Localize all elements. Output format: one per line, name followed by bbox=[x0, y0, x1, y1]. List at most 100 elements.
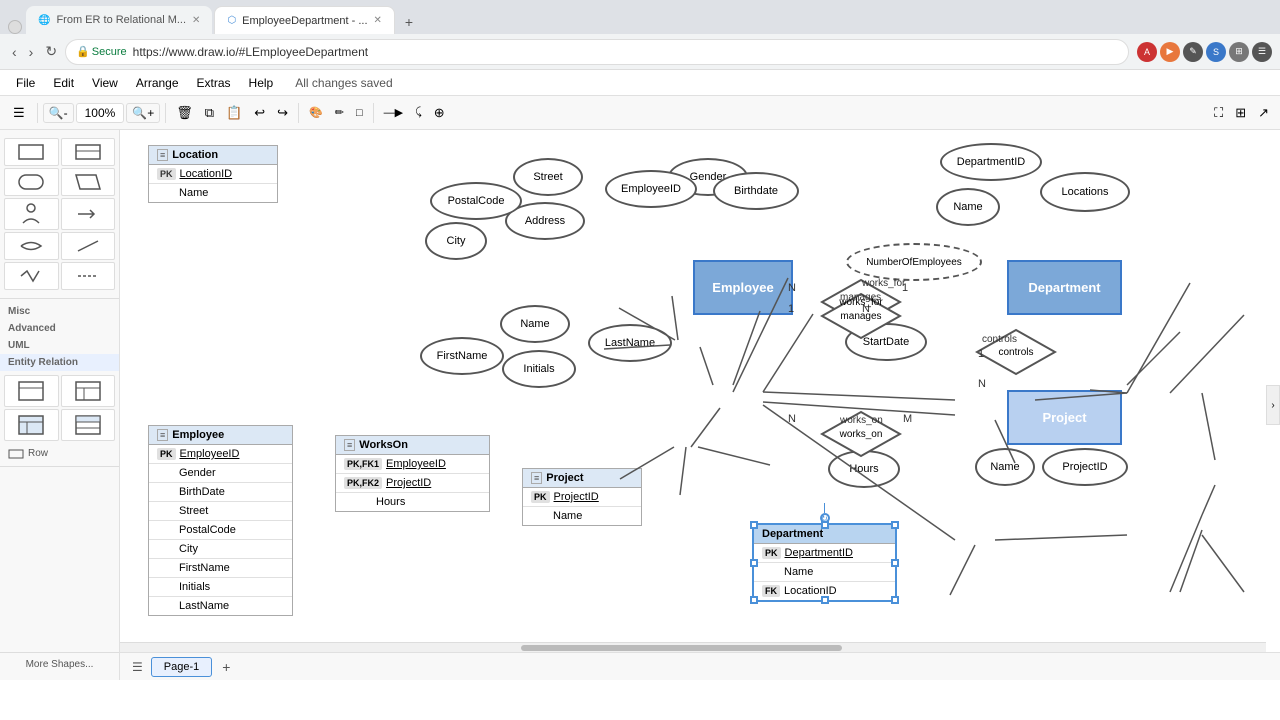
menu-arrange[interactable]: Arrange bbox=[128, 73, 187, 93]
ext-btn-5[interactable]: ⊞ bbox=[1229, 42, 1249, 62]
project-table[interactable]: ≡ Project PK ProjectID Name bbox=[522, 468, 642, 526]
employeeid-ellipse[interactable]: EmployeeID bbox=[605, 170, 697, 208]
handle-tm[interactable] bbox=[821, 521, 829, 529]
ext-btn-2[interactable]: ▶ bbox=[1160, 42, 1180, 62]
handle-bm[interactable] bbox=[821, 596, 829, 604]
reload-button[interactable]: ↻ bbox=[41, 41, 61, 62]
proj-id-ellipse[interactable]: ProjectID bbox=[1042, 448, 1128, 486]
employee-entity[interactable]: Employee bbox=[693, 260, 793, 315]
er-shape-table2[interactable] bbox=[61, 375, 116, 407]
shape-split-rect[interactable] bbox=[61, 138, 116, 166]
birthdate-ellipse[interactable]: Birthdate bbox=[713, 172, 799, 210]
back-button[interactable]: ‹ bbox=[8, 42, 21, 62]
shape-rounded[interactable] bbox=[4, 168, 59, 196]
ext-btn-4[interactable]: S bbox=[1206, 42, 1226, 62]
new-tab-btn[interactable]: + bbox=[397, 10, 421, 34]
page-tab-1[interactable]: Page-1 bbox=[151, 657, 212, 677]
rotate-handle[interactable]: ↻ bbox=[820, 503, 830, 523]
shape-grid bbox=[0, 134, 119, 294]
shape-line[interactable] bbox=[61, 232, 116, 260]
shape-person[interactable] bbox=[4, 198, 59, 230]
menu-file[interactable]: File bbox=[8, 73, 43, 93]
er-shape-table3[interactable] bbox=[4, 409, 59, 441]
menu-view[interactable]: View bbox=[84, 73, 126, 93]
shape-dash-line[interactable] bbox=[61, 262, 116, 290]
category-er[interactable]: Entity Relation bbox=[0, 354, 119, 371]
share-btn[interactable]: ↗ bbox=[1253, 102, 1274, 124]
handle-tl[interactable] bbox=[750, 521, 758, 529]
lastname-ellipse[interactable]: LastName bbox=[588, 324, 672, 362]
menu-edit[interactable]: Edit bbox=[45, 73, 82, 93]
shape-curved[interactable] bbox=[4, 232, 59, 260]
tab-1-close[interactable]: ✕ bbox=[192, 15, 200, 26]
fill-color-btn[interactable]: 🎨 bbox=[304, 103, 328, 122]
shape-skew[interactable] bbox=[61, 168, 116, 196]
paste-btn[interactable]: 📋 bbox=[221, 102, 247, 124]
works-for-label: works_for bbox=[839, 297, 882, 308]
redo-btn[interactable]: ↪ bbox=[272, 102, 293, 124]
project-entity[interactable]: Project bbox=[1007, 390, 1122, 445]
more-shapes-btn[interactable]: More Shapes... bbox=[0, 652, 119, 676]
employee-table[interactable]: ≡ Employee PK EmployeeID Gender BirthDat… bbox=[148, 425, 293, 616]
locations-ellipse[interactable]: Locations bbox=[1040, 172, 1130, 212]
fullscreen-btn[interactable]: ⛶ bbox=[1209, 102, 1228, 124]
h-scrollbar[interactable] bbox=[120, 642, 1266, 652]
er-shape-table4[interactable] bbox=[61, 409, 116, 441]
page-tab-menu-btn[interactable]: ☰ bbox=[128, 658, 147, 676]
h-scrollbar-thumb[interactable] bbox=[521, 645, 842, 651]
canvas-area[interactable]: ≡ Location PK LocationID PK Name ≡ Emplo… bbox=[120, 130, 1280, 680]
workson-table[interactable]: ≡ WorksOn PK,FK1 EmployeeID PK,FK2 Proje… bbox=[335, 435, 490, 512]
postalcode-ellipse[interactable]: PostalCode bbox=[430, 182, 522, 220]
firstname-ellipse[interactable]: FirstName bbox=[420, 337, 504, 375]
manages-label: manages bbox=[840, 311, 881, 322]
name-emp-ellipse[interactable]: Name bbox=[500, 305, 570, 343]
undo-btn[interactable]: ↩ bbox=[249, 102, 270, 124]
shape-arrow[interactable] bbox=[61, 198, 116, 230]
forward-button[interactable]: › bbox=[25, 42, 38, 62]
proj-name-ellipse[interactable]: Name bbox=[975, 448, 1035, 486]
ext-btn-3[interactable]: ✎ bbox=[1183, 42, 1203, 62]
department-entity[interactable]: Department bbox=[1007, 260, 1122, 315]
menu-extras[interactable]: Extras bbox=[189, 73, 239, 93]
tab-1-label: From ER to Relational M... bbox=[56, 14, 186, 26]
department-table[interactable]: ↻ Department PK DepartmentID Name FK Loc… bbox=[752, 523, 897, 602]
tab-2[interactable]: ⬡ EmployeeDepartment - ... ✕ bbox=[214, 6, 394, 34]
handle-lm[interactable] bbox=[750, 559, 758, 567]
copy-btn[interactable]: ⧉ bbox=[200, 102, 219, 124]
handle-bl[interactable] bbox=[750, 596, 758, 604]
handle-br[interactable] bbox=[891, 596, 899, 604]
handle-rm[interactable] bbox=[891, 559, 899, 567]
initials-ellipse[interactable]: Initials bbox=[502, 350, 576, 388]
shape-zigzag[interactable] bbox=[4, 262, 59, 290]
dept-name-ellipse[interactable]: Name bbox=[936, 188, 1000, 226]
deptid-ellipse[interactable]: DepartmentID bbox=[940, 143, 1042, 181]
format-btn[interactable]: ⊞ bbox=[1230, 102, 1251, 124]
connector-btn[interactable]: —▶ bbox=[379, 103, 408, 122]
page-tab-add-btn[interactable]: + bbox=[216, 656, 236, 678]
street-ellipse[interactable]: Street bbox=[513, 158, 583, 196]
shadow-btn[interactable]: □ bbox=[351, 104, 368, 122]
settings-icon[interactable]: ☰ bbox=[1252, 42, 1272, 62]
tab-1[interactable]: 🌐 From ER to Relational M... ✕ bbox=[26, 6, 212, 34]
location-table[interactable]: ≡ Location PK LocationID PK Name bbox=[148, 145, 278, 203]
line-color-btn[interactable]: ✏ bbox=[330, 103, 349, 122]
sidebar-toggle-btn[interactable]: ☰ bbox=[6, 101, 32, 125]
ext-btn-1[interactable]: A bbox=[1137, 42, 1157, 62]
menu-help[interactable]: Help bbox=[241, 73, 282, 93]
right-scroll-btn[interactable]: › bbox=[1266, 385, 1280, 425]
address-bar[interactable]: 🔒 Secure https://www.draw.io/#LEmployeeD… bbox=[65, 39, 1129, 65]
er-shape-table1[interactable] bbox=[4, 375, 59, 407]
city-ellipse[interactable]: City bbox=[425, 222, 487, 260]
zoom-out-btn[interactable]: 🔍- bbox=[43, 103, 74, 123]
works-on-label: works_on bbox=[840, 429, 883, 440]
delete-btn[interactable]: 🗑 bbox=[171, 102, 198, 124]
numemployees-ellipse[interactable]: NumberOfEmployees bbox=[846, 243, 982, 281]
row-item[interactable]: Row bbox=[0, 445, 119, 462]
handle-tr[interactable] bbox=[891, 521, 899, 529]
shape-rect[interactable] bbox=[4, 138, 59, 166]
insert-btn[interactable]: ⊕ bbox=[429, 102, 450, 124]
waypoint-btn[interactable]: ⤹ bbox=[410, 103, 427, 122]
tab-2-close[interactable]: ✕ bbox=[374, 15, 382, 26]
zoom-level[interactable]: 100% bbox=[76, 103, 125, 123]
zoom-in-btn[interactable]: 🔍+ bbox=[126, 103, 160, 123]
